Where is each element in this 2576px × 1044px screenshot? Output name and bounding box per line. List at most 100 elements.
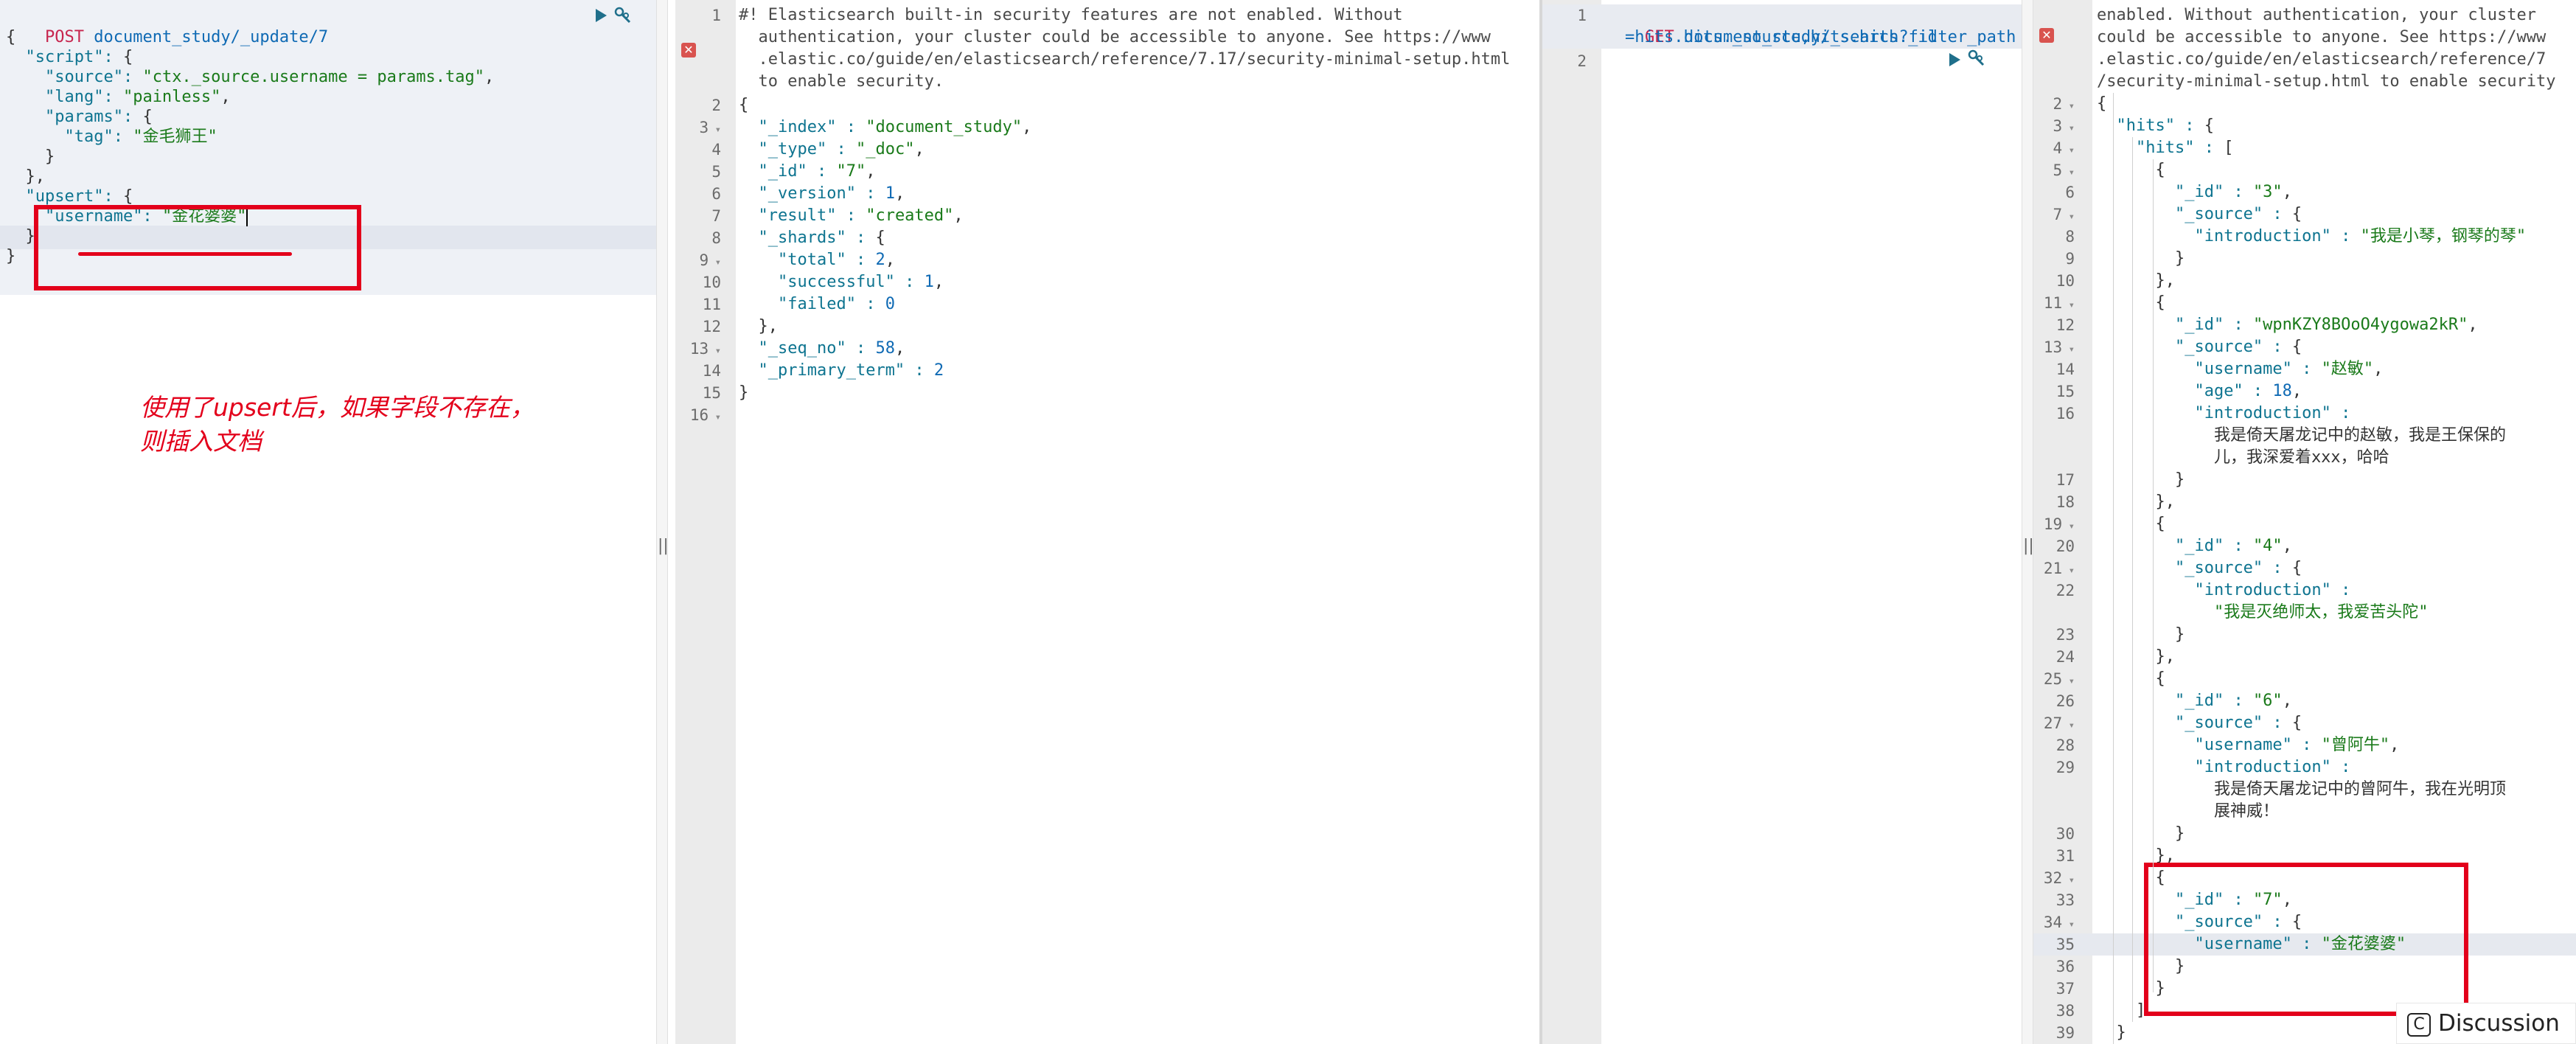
run-request-icon[interactable] — [596, 9, 607, 22]
line-number: 10 — [702, 274, 721, 291]
username-underline — [78, 252, 292, 256]
line-number: 8 — [2065, 228, 2075, 246]
indent-guide — [2153, 159, 2154, 992]
line-number: 17 — [2055, 471, 2075, 489]
annotation-note: 使用了upsert后，如果字段不存在， 则插入文档 — [140, 391, 535, 459]
upsert-highlight-box — [34, 205, 361, 290]
response-line: "introduction" : — [2194, 758, 2351, 776]
right-response-viewer[interactable]: ✕ enabled. Without authentication, your … — [2033, 0, 2576, 1044]
response-line: "_primary_term" : 2 — [758, 361, 944, 380]
wrench-settings-icon[interactable] — [613, 6, 633, 25]
fold-toggle-icon[interactable]: ▾ — [2062, 145, 2075, 156]
line-number: 35 — [2055, 936, 2075, 953]
fold-toggle-icon[interactable]: ▾ — [2062, 211, 2075, 223]
line-number: 20 — [2055, 537, 2075, 555]
fold-toggle-icon[interactable]: ▾ — [709, 124, 721, 136]
code-line[interactable]: } — [6, 146, 55, 168]
response-line: { — [2155, 293, 2165, 312]
fold-toggle-icon[interactable]: ▾ — [709, 257, 721, 268]
response-line: 我是倚天屠龙记中的曾阿牛，我在光明顶 — [2213, 780, 2506, 798]
fold-toggle-icon[interactable]: ▾ — [2062, 919, 2075, 930]
fold-toggle-icon[interactable]: ▾ — [2062, 299, 2075, 311]
left-response-viewer[interactable]: ✕ #! Elasticsearch built-in security fea… — [675, 0, 1539, 1044]
response-line: "introduction" : "我是小琴，钢琴的琴" — [2194, 227, 2527, 246]
line-number: 23 — [2055, 626, 2075, 644]
response-line: } — [2174, 625, 2185, 644]
line-number: 7 — [711, 207, 721, 225]
line-number: 21 ▾ — [2043, 560, 2075, 577]
code-line[interactable]: "tag": "金毛狮王" — [6, 126, 217, 148]
line-number: 26 — [2055, 692, 2075, 710]
line-number: 13 ▾ — [2043, 338, 2075, 356]
wrench-settings-icon[interactable] — [1967, 49, 1986, 68]
line-number: 6 — [711, 185, 721, 203]
response-line: { — [739, 96, 749, 114]
response-line: "hits" : { — [2116, 116, 2214, 135]
code-line[interactable]: { — [6, 27, 15, 49]
right-panel-splitter[interactable]: || — [2022, 0, 2034, 1044]
response-line: "username" : "赵敏", — [2194, 360, 2384, 378]
warning-line: /security-minimal-setup.html to enable s… — [2097, 72, 2556, 91]
fold-toggle-icon[interactable]: ▾ — [2062, 874, 2075, 886]
response-line: "result" : "created", — [758, 206, 964, 225]
line-number: 5 — [711, 163, 721, 181]
line-number: 16 ▾ — [689, 406, 721, 424]
request-line-1[interactable]: POST document_study/_update/7 — [6, 4, 328, 46]
discussion-label: Discussion — [2438, 1010, 2560, 1037]
response-line: "introduction" : — [2194, 581, 2351, 599]
code-line[interactable]: } — [6, 246, 15, 268]
discussion-icon: C — [2407, 1012, 2431, 1037]
line-number: 16 — [2055, 405, 2075, 422]
fold-toggle-icon[interactable]: ▾ — [2062, 167, 2075, 178]
code-line[interactable]: "source": "ctx._source.username = params… — [6, 66, 494, 88]
code-line[interactable]: "lang": "painless", — [6, 86, 231, 108]
line-number: 6 — [2065, 184, 2075, 201]
warning-line: #! Elasticsearch built-in security featu… — [739, 6, 1403, 24]
response-line: "username" : "曾阿牛", — [2194, 736, 2400, 754]
code-line[interactable]: } — [6, 226, 35, 248]
left-panel-splitter[interactable]: || — [656, 0, 669, 1044]
response-line: "_shards" : { — [758, 229, 885, 247]
line-number: 11 ▾ — [2043, 294, 2075, 312]
fold-toggle-icon[interactable]: ▾ — [2062, 122, 2075, 134]
discussion-button[interactable]: C Discussion — [2396, 1003, 2576, 1044]
response-line: }, — [2155, 271, 2175, 290]
request-line-1[interactable]: GET document_study/_search?filter_path — [1606, 4, 2016, 46]
fold-toggle-icon[interactable]: ▾ — [2062, 100, 2075, 112]
code-line[interactable]: }, — [6, 166, 46, 188]
fold-toggle-icon[interactable]: ▾ — [2062, 720, 2075, 731]
response-line: "failed" : 0 — [777, 295, 895, 313]
line-number: 22 — [2055, 582, 2075, 599]
fold-toggle-icon[interactable]: ▾ — [709, 345, 721, 357]
line-number: 1 — [1577, 7, 1587, 24]
line-number: 34 ▾ — [2043, 914, 2075, 931]
splitter-handle-icon[interactable]: || — [658, 537, 669, 555]
line-number: 3 ▾ — [699, 119, 721, 136]
fold-toggle-icon[interactable]: ▾ — [2062, 675, 2075, 687]
response-line: "_source" : { — [2174, 205, 2302, 223]
response-line: } — [2174, 249, 2185, 268]
warning-line: could be accessible to anyone. See https… — [2097, 28, 2547, 46]
right-request-editor[interactable]: 1 2 GET document_study/_search?filter_pa… — [1542, 0, 2022, 1044]
response-line: 儿，我深爱着xxx，哈哈 — [2097, 448, 2389, 467]
splitter-handle-icon[interactable]: || — [2023, 537, 2034, 555]
response-line: { — [2155, 669, 2165, 688]
fold-toggle-icon[interactable]: ▾ — [2062, 565, 2075, 577]
code-line[interactable]: "script": { — [6, 46, 133, 69]
response-line: 我是倚天屠龙记中的赵敏，我是王保保的 — [2213, 426, 2506, 445]
run-request-icon[interactable] — [1949, 53, 1960, 66]
line-number: 28 — [2055, 737, 2075, 754]
response-line: "_source" : { — [2174, 714, 2302, 732]
fold-toggle-icon[interactable]: ▾ — [2062, 344, 2075, 355]
line-number: 33 — [2055, 891, 2075, 909]
warning-line: to enable security. — [739, 72, 944, 91]
code-line[interactable]: "params": { — [6, 106, 153, 128]
fold-toggle-icon[interactable]: ▾ — [709, 411, 721, 423]
error-icon: ✕ — [2039, 28, 2054, 43]
fold-toggle-icon[interactable]: ▾ — [2062, 521, 2075, 532]
line-number: 31 — [2055, 847, 2075, 865]
warning-line: .elastic.co/guide/en/elasticsearch/refer… — [739, 50, 1511, 69]
response-line: "_id" : "7", — [758, 162, 876, 181]
response-line: "total" : 2, — [777, 251, 895, 269]
left-request-editor[interactable]: POST document_study/_update/7 { "script"… — [0, 0, 656, 1044]
